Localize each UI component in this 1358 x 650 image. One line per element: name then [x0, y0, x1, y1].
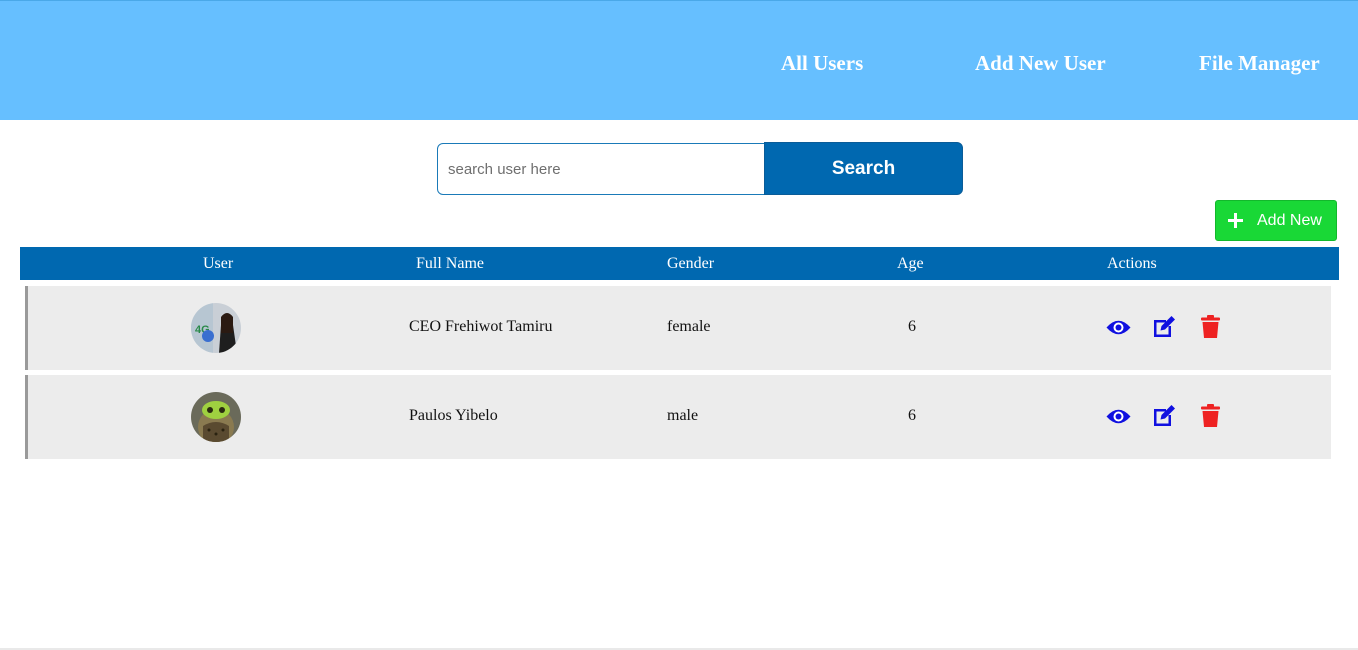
- trash-icon[interactable]: [1201, 404, 1220, 432]
- plus-icon: [1228, 213, 1243, 228]
- top-navbar: All Users Add New User File Manager: [0, 0, 1358, 120]
- gender-cell: male: [667, 407, 699, 424]
- table-row: Paulos Yibelo male 6: [25, 375, 1331, 459]
- table-row: 4G CEO Frehiwot Tamiru female 6: [25, 286, 1331, 370]
- eye-icon[interactable]: [1106, 319, 1131, 341]
- search-bar: Search: [437, 142, 963, 195]
- eye-icon[interactable]: [1106, 408, 1131, 430]
- gender-cell: female: [667, 318, 711, 335]
- table-header: User Full Name Gender Age Actions: [20, 247, 1339, 280]
- full-name-cell: CEO Frehiwot Tamiru: [409, 318, 553, 335]
- edit-icon[interactable]: [1152, 404, 1176, 433]
- add-new-label: Add New: [1257, 211, 1322, 229]
- nav-add-new-user[interactable]: Add New User: [975, 51, 1106, 76]
- nav-file-manager[interactable]: File Manager: [1199, 51, 1320, 76]
- search-button[interactable]: Search: [764, 142, 963, 195]
- avatar: [191, 392, 241, 442]
- age-cell: 6: [908, 407, 916, 424]
- search-input[interactable]: [437, 143, 765, 195]
- nav-all-users[interactable]: All Users: [781, 51, 863, 76]
- column-header-gender: Gender: [667, 255, 715, 272]
- column-header-actions: Actions: [1107, 255, 1157, 272]
- column-header-age: Age: [897, 255, 924, 272]
- full-name-cell: Paulos Yibelo: [409, 407, 498, 424]
- trash-icon[interactable]: [1201, 315, 1220, 343]
- add-new-button[interactable]: Add New: [1215, 200, 1337, 241]
- avatar: 4G: [191, 303, 241, 353]
- age-cell: 6: [908, 318, 916, 335]
- column-header-full-name: Full Name: [416, 255, 484, 272]
- column-header-user: User: [203, 255, 234, 272]
- edit-icon[interactable]: [1152, 315, 1176, 344]
